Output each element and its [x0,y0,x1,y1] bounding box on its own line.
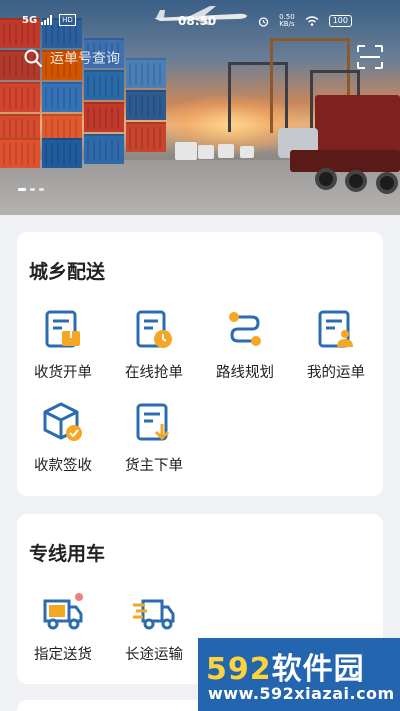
watermark-brand: 592软件园 [206,652,365,687]
my-waybill-button[interactable]: 我的运单 [296,307,376,382]
item-label: 路线规划 [216,365,274,381]
shipper-order-button[interactable]: 货主下单 [114,400,194,475]
network-speed: 0.50 KB/s [279,13,295,28]
wifi-icon [305,16,319,26]
item-label: 收货开单 [34,365,92,381]
designated-delivery-icon [43,593,83,630]
status-bar: 5G HD 08:50 0.50 KB/s 100 [0,10,400,32]
scan-icon[interactable] [356,44,384,70]
truck-trailer [290,150,400,172]
item-label: 收款签收 [34,458,92,474]
container-stacks [0,18,190,168]
waybill-search[interactable]: 运单号查询 [24,45,144,71]
hero-banner[interactable]: 5G HD 08:50 0.50 KB/s 100 运单号查询 [0,0,400,215]
site-watermark: 592软件园 www.592xiazai.com [198,638,400,711]
shipper-order-icon [136,403,170,441]
route-plan-icon [229,312,261,346]
status-time: 08:50 [178,14,217,28]
network-indicator: 5G [22,14,38,26]
carousel-dot[interactable] [30,188,35,191]
watermark-url: www.592xiazai.com [208,684,395,703]
long-haul-button[interactable]: 长途运输 [114,589,194,664]
carousel-indicator [18,188,44,191]
truck-image [198,145,214,159]
item-label: 我的运单 [307,365,365,381]
hd-badge: HD [59,14,76,26]
item-label: 指定送货 [34,647,92,663]
payment-sign-button[interactable]: 收款签收 [23,400,103,475]
alarm-icon [258,16,269,27]
signal-icon [41,15,53,25]
item-label: 在线抢单 [125,365,183,381]
truck-wheel [345,170,367,192]
route-plan-button[interactable]: 路线规划 [205,307,285,382]
search-icon [24,49,42,67]
my-waybill-icon [318,310,353,348]
truck-image [175,142,197,160]
truck-wheel [376,172,398,194]
urban-rural-delivery-card: 城乡配送 收货开单 在线抢单 路线规划 我的运单 收款签收 货主下单 [17,232,383,496]
section-title: 专线用车 [29,543,106,565]
item-label: 长途运输 [125,647,183,663]
receive-order-button[interactable]: 收货开单 [23,307,103,382]
section-title: 城乡配送 [29,261,106,283]
truck-image [218,144,234,158]
battery-indicator: 100 [328,15,352,27]
grab-order-icon [136,310,172,348]
carousel-dot[interactable] [18,188,26,191]
long-haul-icon [133,599,175,630]
designated-delivery-button[interactable]: 指定送货 [23,589,103,664]
truck-image [315,95,400,155]
truck-image [240,146,254,158]
receive-order-icon [45,310,80,348]
grab-order-button[interactable]: 在线抢单 [114,307,194,382]
item-label: 货主下单 [125,458,183,474]
truck-wheel [315,168,337,190]
search-placeholder: 运单号查询 [50,51,120,67]
payment-sign-icon [43,402,82,441]
carousel-dot[interactable] [39,188,44,191]
